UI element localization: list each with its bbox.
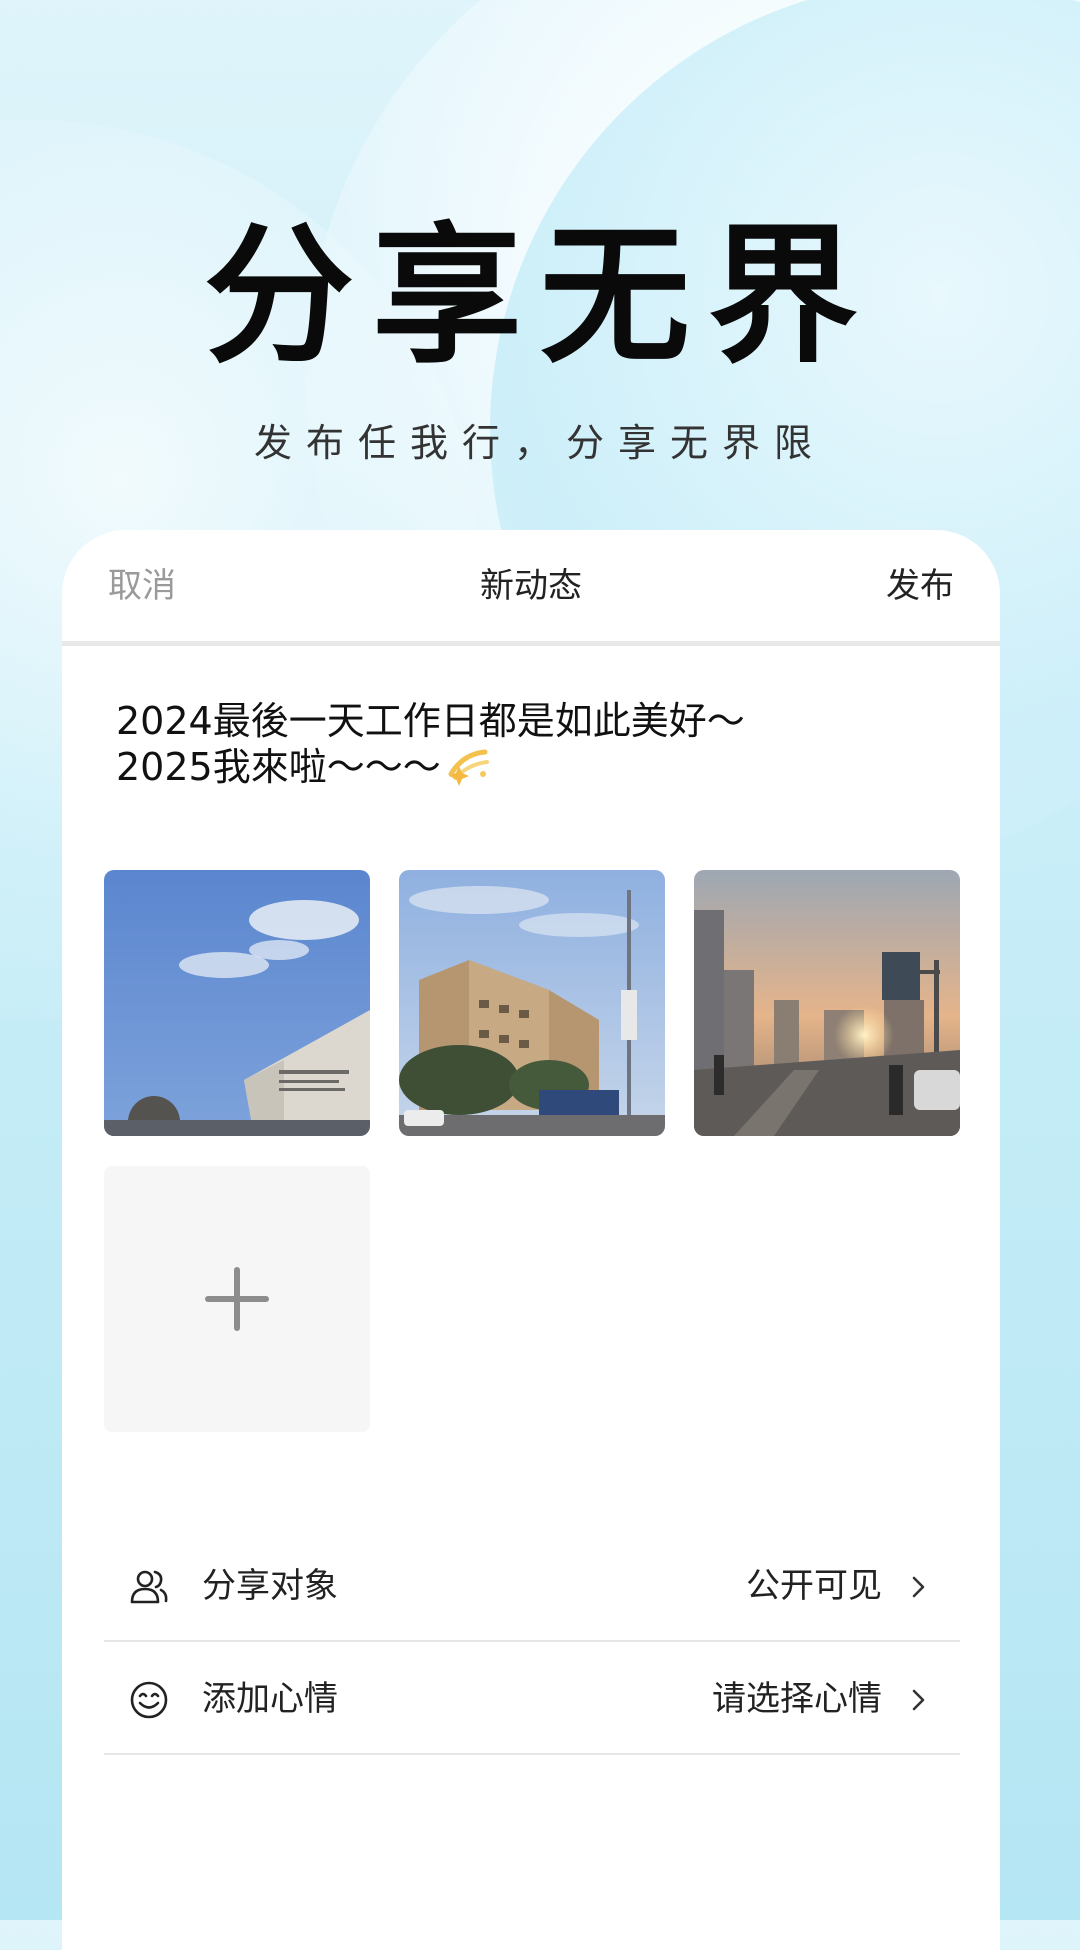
new-post-card: 取消 新动态 发布 2024最後一天工作日都是如此美好～ 2025我來啦～～～ [62, 530, 1000, 1950]
share-target-value: 公开可见 [746, 1566, 882, 1606]
post-text-input[interactable]: 2024最後一天工作日都是如此美好～ 2025我來啦～～～ [116, 698, 956, 790]
chevron-right-icon [912, 1689, 925, 1711]
add-photo-button[interactable] [104, 1166, 370, 1432]
share-target-label: 分享对象 [202, 1566, 338, 1606]
publish-button[interactable]: 发布 [886, 566, 954, 607]
add-mood-label: 添加心情 [202, 1679, 338, 1719]
post-text-line-2-wrap: 2025我來啦～～～ [116, 744, 956, 790]
photo-thumbnail-3[interactable] [694, 870, 960, 1136]
hero-title: 分享无界 [203, 210, 876, 384]
header-title: 新动态 [480, 566, 582, 606]
photo-sunset-road-image [694, 870, 960, 1136]
photo-apartment-street-image [399, 870, 665, 1136]
hero-subtitle: 发布任我行，分享无界限 [253, 421, 826, 465]
photo-thumbnail-1[interactable] [104, 870, 370, 1136]
plus-icon [205, 1267, 269, 1331]
add-mood-value: 请选择心情 [712, 1679, 882, 1719]
users-icon [130, 1570, 168, 1604]
dizzy-sparkle-icon [448, 749, 489, 786]
post-text-line-2: 2025我來啦～～～ [116, 745, 441, 789]
photo-building-blue-sky-image [104, 870, 370, 1136]
share-target-row[interactable]: 分享对象 公开可见 [104, 1530, 960, 1642]
add-mood-row[interactable]: 添加心情 请选择心情 [104, 1643, 960, 1755]
card-header: 取消 新动态 发布 [62, 530, 1000, 646]
chevron-right-icon [912, 1576, 925, 1598]
post-text-line-1: 2024最後一天工作日都是如此美好～ [116, 699, 745, 743]
smile-icon [130, 1681, 168, 1719]
photo-thumbnail-2[interactable] [399, 870, 665, 1136]
